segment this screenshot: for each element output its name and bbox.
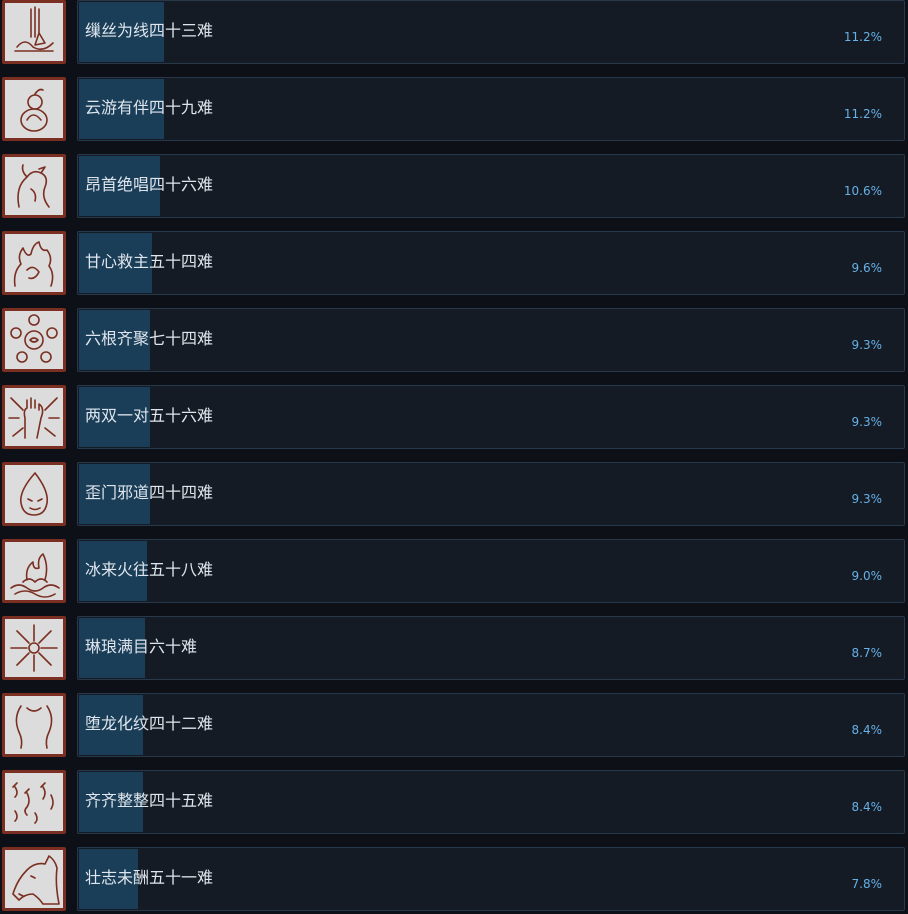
- gourd-icon: [2, 77, 66, 141]
- achievement-percent: 9.3%: [851, 415, 883, 429]
- achievement-name: 两双一对五十六难: [85, 406, 214, 425]
- achievement-percent: 9.0%: [851, 569, 883, 583]
- achievement-row: 昂首绝唱四十六难 10.6%: [0, 154, 908, 220]
- achievement-row: 六根齐聚七十四难 9.3%: [0, 308, 908, 374]
- scorpions-icon: [2, 770, 66, 834]
- achievement-name: 琳琅满目六十难: [85, 637, 198, 656]
- face-drop-icon: [2, 462, 66, 526]
- achievement-row: 云游有伴四十九难 11.2%: [0, 77, 908, 143]
- achievement-row: 琳琅满目六十难 8.7%: [0, 616, 908, 682]
- six-roots-icon: [2, 308, 66, 372]
- achievement-name: 堕龙化纹四十二难: [85, 714, 214, 733]
- achievement-percent: 9.3%: [851, 338, 883, 352]
- starburst-icon: [2, 616, 66, 680]
- achievement-percent: 10.6%: [843, 184, 882, 198]
- horse-head-icon: [2, 847, 66, 911]
- achievement-percent: 9.6%: [851, 261, 883, 275]
- achievement-name: 壮志未酬五十一难: [85, 868, 214, 887]
- achievement-row: 壮志未酬五十一难 7.8%: [0, 847, 908, 913]
- achievement-row: 歪门邪道四十四难 9.3%: [0, 462, 908, 528]
- achievement-row: 缫丝为线四十三难 11.2%: [0, 0, 908, 66]
- achievement-panel: 琳琅满目六十难 8.7%: [77, 616, 905, 680]
- achievement-name: 云游有伴四十九难: [85, 98, 214, 117]
- achievement-row: 齐齐整整四十五难 8.4%: [0, 770, 908, 836]
- achievement-percent: 7.8%: [851, 877, 883, 891]
- loom-icon: [2, 0, 66, 64]
- achievement-panel: 堕龙化纹四十二难 8.4%: [77, 693, 905, 757]
- achievement-percent: 11.2%: [843, 30, 882, 44]
- achievement-percent: 11.2%: [843, 107, 882, 121]
- horns-icon: [2, 693, 66, 757]
- achievement-row: 堕龙化纹四十二难 8.4%: [0, 693, 908, 759]
- achievement-panel: 昂首绝唱四十六难 10.6%: [77, 154, 905, 218]
- achievement-name: 冰来火往五十八难: [85, 560, 214, 579]
- achievement-percent: 8.4%: [851, 800, 883, 814]
- achievement-row: 冰来火往五十八难 9.0%: [0, 539, 908, 605]
- flame-figure-icon: [2, 231, 66, 295]
- fire-water-icon: [2, 539, 66, 603]
- achievement-name: 甘心救主五十四难: [85, 252, 214, 271]
- achievement-percent: 9.3%: [851, 492, 883, 506]
- achievement-name: 齐齐整整四十五难: [85, 791, 214, 810]
- achievement-panel: 壮志未酬五十一难 7.8%: [77, 847, 905, 911]
- achievement-panel: 齐齐整整四十五难 8.4%: [77, 770, 905, 834]
- achievement-panel: 甘心救主五十四难 9.6%: [77, 231, 905, 295]
- achievement-percent: 8.4%: [851, 723, 883, 737]
- achievement-panel: 六根齐聚七十四难 9.3%: [77, 308, 905, 372]
- achievement-panel: 歪门邪道四十四难 9.3%: [77, 462, 905, 526]
- achievement-panel: 冰来火往五十八难 9.0%: [77, 539, 905, 603]
- achievement-name: 歪门邪道四十四难: [85, 483, 214, 502]
- rooster-icon: [2, 154, 66, 218]
- radiant-hand-icon: [2, 385, 66, 449]
- achievement-name: 六根齐聚七十四难: [85, 329, 214, 348]
- achievement-row: 两双一对五十六难 9.3%: [0, 385, 908, 451]
- achievement-row: 甘心救主五十四难 9.6%: [0, 231, 908, 297]
- achievement-panel: 云游有伴四十九难 11.2%: [77, 77, 905, 141]
- achievement-percent: 8.7%: [851, 646, 883, 660]
- achievement-panel: 两双一对五十六难 9.3%: [77, 385, 905, 449]
- achievement-name: 缫丝为线四十三难: [85, 21, 214, 40]
- achievement-panel: 缫丝为线四十三难 11.2%: [77, 0, 905, 64]
- achievement-list: 缫丝为线四十三难 11.2% 云游有伴四十九难 11.2% 昂首绝唱四十六难 10.6% 甘…: [0, 0, 908, 914]
- achievement-name: 昂首绝唱四十六难: [85, 175, 214, 194]
